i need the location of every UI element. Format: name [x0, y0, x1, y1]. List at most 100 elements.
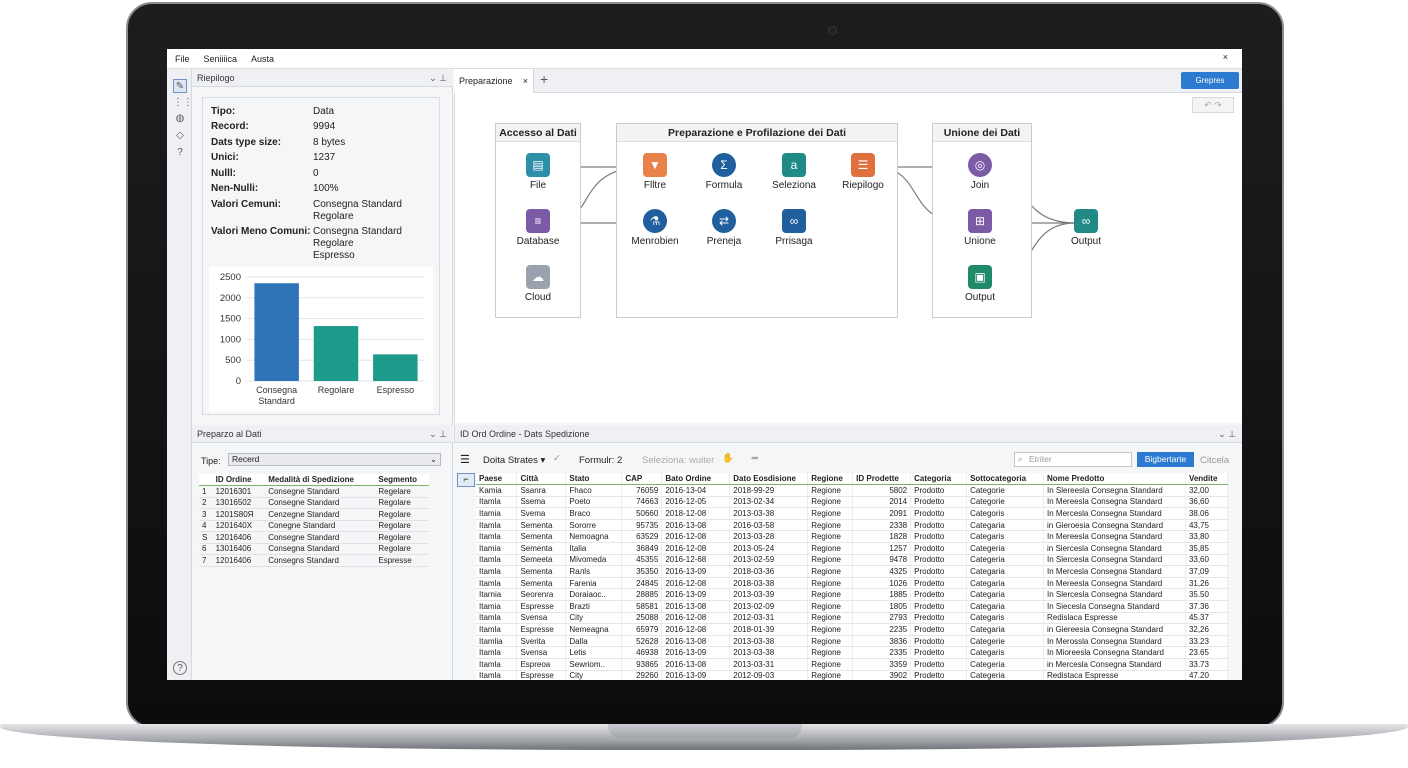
wand-icon[interactable]: ✎ — [173, 79, 187, 93]
list-icon[interactable]: ☰ — [460, 453, 470, 466]
tool-cloud[interactable]: ☁ Cloud — [503, 265, 573, 303]
doita-dropdown[interactable]: Doita Strates ▾ — [483, 455, 545, 466]
cancel-button[interactable]: Citcela — [1200, 455, 1229, 466]
grid-cell: 2016-12-08 — [661, 542, 731, 555]
grid-row[interactable]: Itamia Sementa Italia 36849 2016-12-08 2013-0… — [476, 542, 1229, 555]
grid-cell: 2016-13-04 — [661, 484, 731, 497]
grid-column-header[interactable]: Sottocategoria — [966, 473, 1045, 486]
tool-unione[interactable]: ⊞ Unione — [945, 209, 1015, 247]
apply-button[interactable]: Bigbertarte — [1137, 452, 1194, 467]
grid-column-header[interactable]: Vendite — [1185, 473, 1229, 486]
grid-row[interactable]: Itamia Svema Braco 50660 2018-12-08 2013-03-3… — [476, 507, 1229, 520]
grid-icon[interactable]: ⋮⋮ — [173, 96, 193, 110]
bar[interactable] — [313, 326, 359, 381]
export-icon[interactable]: ➦ — [751, 453, 759, 464]
grid-row[interactable]: Itamla Semeeta Mivomeda 45355 2016-12-68 2013… — [476, 554, 1229, 567]
grid-row[interactable]: Itamla Sementa Sororre 95735 2016-13-08 2016-… — [476, 519, 1229, 532]
column-header[interactable] — [199, 474, 213, 486]
workflow-canvas[interactable]: ↶ ↷ Accesso al Dati Preparazione e Profi… — [454, 93, 1242, 423]
hand-icon[interactable]: ✋ — [722, 453, 734, 464]
menu-file[interactable]: File — [175, 54, 190, 64]
pin-icon-2[interactable]: ⌄ ⊥ — [429, 425, 447, 443]
table-row[interactable]: 4 1201640X Conegne Standard Regolare — [199, 520, 429, 532]
close-icon[interactable]: × — [1223, 52, 1228, 62]
grid-row[interactable]: Itamla Espresse Nemeagna 65979 2016-12-08 201… — [476, 623, 1229, 636]
grid-row[interactable]: Kamia Ssanra Fhaco 76059 2016-13-04 2018-99-2… — [476, 484, 1229, 497]
grid-row[interactable]: Itamla Sementa Nemoagna 63529 2016-12-08 2013… — [476, 530, 1229, 544]
filter-input[interactable]: ⌕ Etriter — [1014, 452, 1132, 467]
tool-menrobien[interactable]: ⚗ Menrobien — [620, 209, 690, 247]
bar[interactable] — [254, 283, 299, 381]
tool-formula[interactable]: Σ Formula — [689, 153, 759, 191]
column-header[interactable]: ID Ordine — [212, 474, 266, 486]
pin-icon[interactable]: ⌄ ⊥ — [429, 69, 447, 87]
grid-row[interactable]: Itamla Espreoa Sewriom.. 93865 2016-13-08 201… — [476, 658, 1229, 671]
tool-file[interactable]: ▤ File — [503, 153, 573, 191]
grid-column-header[interactable]: Regione — [807, 473, 854, 486]
tool-seleziona[interactable]: a Seleziona — [759, 153, 829, 191]
summary-label: Valori Meno Comuni: — [211, 226, 311, 237]
column-header[interactable]: Segmento — [375, 474, 429, 486]
data-grid-panel: ID Ord Ordine - Dats Spedizione ⌄ ⊥ ☰ Do… — [454, 425, 1242, 680]
check-icon[interactable]: ✓ — [553, 453, 561, 464]
table-row[interactable]: 3 1201S80Я Cenzegne Standard Regolare — [199, 508, 429, 521]
help-bottom-icon[interactable]: ? — [173, 661, 187, 675]
grid-column-header[interactable]: ID Prodette — [852, 473, 912, 486]
table-row[interactable]: 1 12016301 Consegne Standard Regelare — [199, 485, 429, 498]
tag-icon[interactable]: ◇ — [173, 129, 187, 143]
grid-cell: 1885 — [852, 588, 912, 602]
table-row[interactable]: S 12016406 Consegne Standard Regolare — [199, 531, 429, 544]
grid-column-header[interactable]: Stato — [565, 473, 623, 486]
grid-row[interactable]: Itamia Espresse Brazti 58581 2016-13-08 2013-… — [476, 600, 1229, 613]
grid-row[interactable]: Itamla Ssema Poeto 74663 2016-12-05 2013-02-3… — [476, 496, 1229, 509]
grid-column-header[interactable]: Paese — [476, 473, 518, 486]
grid-column-header[interactable]: Bato Ordine — [661, 473, 731, 486]
menu-austa[interactable]: Austa — [251, 54, 274, 64]
grid-cell: Semeeta — [516, 554, 567, 567]
tool-join[interactable]: ◎ Join — [945, 153, 1015, 191]
grid-row[interactable]: Itamla Svensa Letis 46938 2016-13-09 2013-03-… — [476, 646, 1229, 659]
table-cell: Regolare — [375, 520, 429, 532]
help-icon[interactable]: ? — [173, 146, 187, 160]
tool-output[interactable]: ∞ Output — [1051, 209, 1121, 247]
tool-preneja[interactable]: ⇄ Preneja — [689, 209, 759, 247]
grid-row[interactable]: Itarnia Seorenra Doraiaoc.. 28885 2016-13-09… — [476, 588, 1229, 602]
row-selector-icon[interactable]: ⌐ — [457, 473, 475, 487]
table-row[interactable]: 7 12016406 Consegns Standard Espresse — [199, 554, 429, 567]
grid-column-header[interactable]: Città — [516, 473, 567, 486]
grepres-button[interactable]: Grepres — [1181, 72, 1239, 89]
menu-seniiiica[interactable]: Seniiiica — [204, 54, 238, 64]
grid-row[interactable]: Itamla Sementa Farenia 24845 2016-12-08 2018-… — [476, 577, 1229, 590]
grid-cell: 2012-03-31 — [729, 612, 809, 625]
grid-column-header[interactable]: Dato Eosdisione — [729, 473, 809, 486]
add-tab-icon[interactable]: + — [540, 71, 548, 87]
tab-preparazione[interactable]: Preparazione × — [454, 69, 534, 93]
tool-database[interactable]: ≡ Database — [503, 209, 573, 247]
tool-filtre[interactable]: ▼ Flltre — [620, 153, 690, 191]
tool-prrisaga[interactable]: ∞ Prrisaga — [759, 209, 829, 247]
column-header[interactable]: Medalità di Spedizione — [265, 474, 376, 486]
bar[interactable] — [373, 354, 418, 381]
grid-cell: In Mereesla Consegna Standard — [1043, 530, 1186, 544]
grid-column-header[interactable]: Categoria — [910, 473, 968, 486]
grid-row[interactable]: Itamla Svensa City 25088 2016-12-08 2012-03-3… — [476, 612, 1229, 625]
grid-row[interactable]: Itamla Espresse City 29260 2016-13-09 2012-09… — [476, 670, 1229, 680]
tab-close-icon[interactable]: × — [523, 69, 528, 93]
table-row[interactable]: 2 13016502 Consegne Standard Regolare — [199, 497, 429, 509]
palette-icon[interactable]: ◍ — [173, 112, 187, 126]
tool-output-union[interactable]: ▣ Output — [945, 265, 1015, 303]
grid-cell: Svensa — [516, 646, 567, 659]
table-row[interactable]: 6 13016406 Consegna Standard Regolare — [199, 543, 429, 555]
tool-riepilogo[interactable]: ☰ Riepilogo — [828, 153, 898, 191]
grid-column-header[interactable]: Nome Predotto — [1043, 473, 1186, 486]
grid-row[interactable]: Itamlia Sverita Dalla 52628 2016-13-08 2013-0… — [476, 635, 1229, 648]
pin-icon-3[interactable]: ⌄ ⊥ — [1218, 425, 1236, 443]
grid-cell: 2016-13-08 — [661, 658, 731, 671]
tool-preneja-label: Preneja — [706, 236, 742, 247]
grid-cell: Itamla — [476, 554, 518, 567]
table-cell: Regolare — [375, 497, 429, 509]
chevron-down-icon: ⌄ — [429, 454, 437, 464]
grid-column-header[interactable]: CAP — [621, 473, 663, 486]
grid-row[interactable]: Itamla Sementa Rалls 35350 2016-13-09 2018-03… — [476, 565, 1229, 578]
tipo-select[interactable]: Recerd ⌄ — [228, 453, 441, 466]
